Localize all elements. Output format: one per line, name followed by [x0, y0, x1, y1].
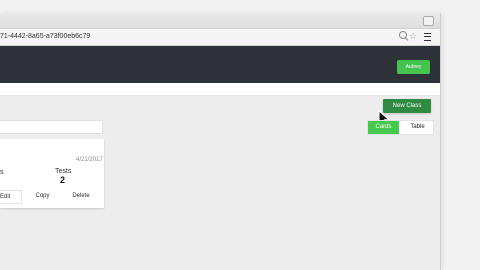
- main-content: New Class Cards Table 4/21/2017 s Tests …: [0, 96, 440, 270]
- menu-icon[interactable]: [424, 33, 431, 41]
- subheader: [0, 83, 440, 96]
- class-date: 4/21/2017: [76, 157, 103, 163]
- browser-titlebar: [0, 13, 440, 29]
- tests-count: 2: [60, 175, 66, 185]
- view-toggle: Cards Table: [367, 120, 434, 135]
- user-button[interactable]: Aubrey: [397, 60, 430, 74]
- tests-label: Tests: [55, 168, 72, 175]
- class-card: 4/21/2017 s Tests 2 Edit Copy Delete: [0, 139, 104, 208]
- delete-button[interactable]: Delete: [71, 190, 91, 202]
- card-label-fragment: s: [0, 169, 4, 176]
- filter-input[interactable]: [0, 120, 103, 134]
- address-bar-url[interactable]: 71-4442-8a65-a73f00eb6c79: [0, 31, 90, 42]
- app-header: Aubrey: [0, 46, 440, 83]
- star-icon[interactable]: ☆: [409, 30, 417, 42]
- browser-window: 71-4442-8a65-a73f00eb6c79 ☆ Aubrey New C…: [0, 13, 441, 270]
- zoom-icon[interactable]: [399, 31, 407, 39]
- screen: 71-4442-8a65-a73f00eb6c79 ☆ Aubrey New C…: [0, 0, 480, 270]
- edit-button[interactable]: Edit: [0, 190, 22, 204]
- card-actions: Edit Copy Delete: [0, 190, 104, 204]
- browser-toolbar: 71-4442-8a65-a73f00eb6c79 ☆: [0, 29, 440, 46]
- copy-button[interactable]: Copy: [34, 190, 51, 202]
- window-control[interactable]: [423, 16, 434, 26]
- table-view-tab[interactable]: Table: [402, 121, 433, 134]
- cards-view-tab[interactable]: Cards: [368, 121, 399, 134]
